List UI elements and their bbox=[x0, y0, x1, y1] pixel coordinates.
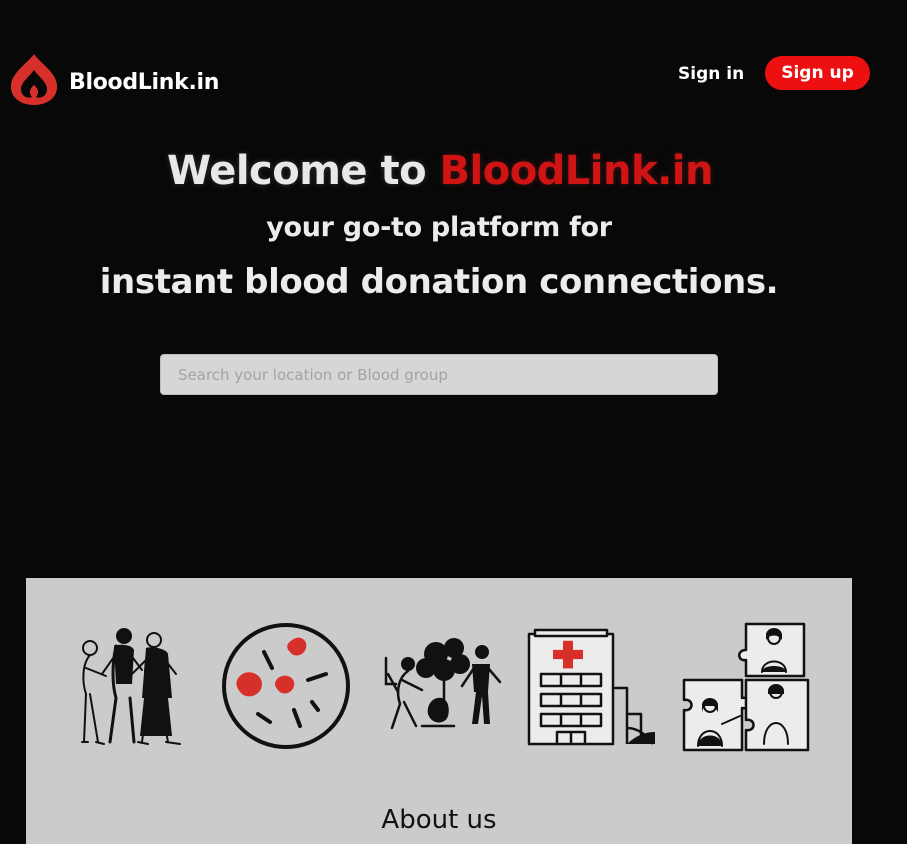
volunteers-planting-tree-illustration-icon bbox=[384, 638, 502, 730]
group-of-people-illustration-icon bbox=[81, 628, 181, 745]
blood-cells-petri-dish-illustration-icon bbox=[222, 623, 350, 749]
hospital-building-illustration-icon bbox=[527, 628, 655, 746]
brand-name[interactable]: BloodLink.in bbox=[69, 70, 219, 95]
hero-title-brand: BloodLink.in bbox=[439, 148, 714, 194]
sign-up-button[interactable]: Sign up bbox=[765, 56, 870, 90]
hero-tagline-1: your go-to platform for bbox=[266, 212, 612, 243]
hero-title: Welcome to BloodLink.in bbox=[0, 148, 880, 194]
puzzle-people-connection-illustration-icon bbox=[682, 622, 810, 752]
sign-in-link[interactable]: Sign in bbox=[678, 62, 744, 86]
page: BloodLink.in Sign in Sign up Welcome to … bbox=[0, 0, 907, 844]
blood-drop-logo-icon[interactable] bbox=[8, 52, 60, 106]
search-input[interactable] bbox=[160, 354, 718, 395]
hero-tagline-2: instant blood donation connections. bbox=[99, 262, 779, 302]
hero-title-prefix: Welcome to bbox=[167, 148, 440, 194]
about-us-heading: About us bbox=[381, 805, 497, 835]
